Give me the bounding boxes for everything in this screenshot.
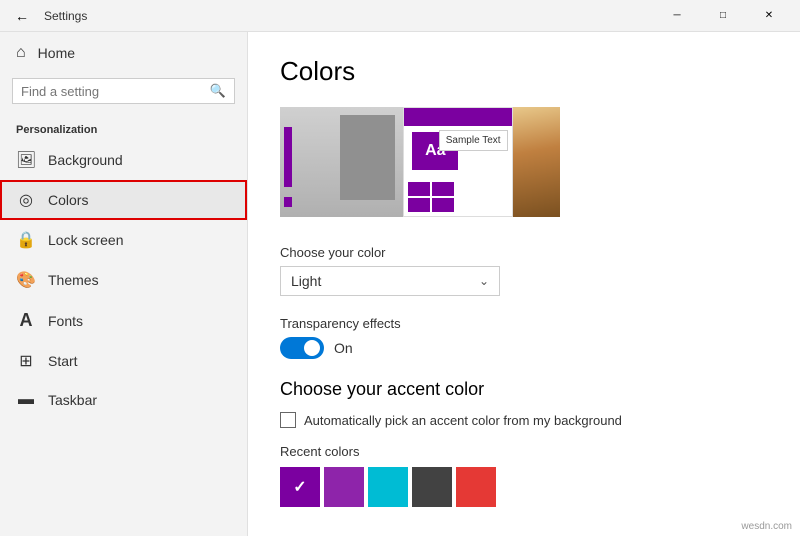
sidebar-item-label-lock-screen: Lock screen — [48, 232, 123, 248]
swatch-check-0: ✓ — [293, 477, 306, 497]
main-content: Colors Aa — [248, 32, 800, 536]
themes-icon: 🎨 — [16, 270, 36, 290]
auto-accent-label: Automatically pick an accent color from … — [304, 413, 622, 428]
titlebar-controls: ─ □ ✕ — [654, 0, 792, 32]
swatch-3[interactable] — [412, 467, 452, 507]
auto-accent-checkbox[interactable] — [280, 412, 296, 428]
fonts-icon: A — [16, 310, 36, 331]
close-button[interactable]: ✕ — [746, 0, 792, 32]
back-button[interactable]: ← — [8, 2, 36, 30]
colors-icon: ◎ — [16, 190, 36, 210]
transparency-toggle[interactable] — [280, 337, 324, 359]
sidebar-item-label-fonts: Fonts — [48, 313, 83, 329]
auto-accent-row[interactable]: Automatically pick an accent color from … — [280, 412, 768, 428]
preview-sample-text: Sample Text — [446, 135, 501, 146]
app-body: ⌂ Home 🔍 Personalization 🖼 Background ◎ … — [0, 32, 800, 536]
dropdown-arrow-icon: ⌄ — [479, 274, 489, 288]
start-icon: ⊞ — [16, 351, 36, 371]
toggle-state-label: On — [334, 340, 353, 356]
sidebar: ⌂ Home 🔍 Personalization 🖼 Background ◎ … — [0, 32, 248, 536]
swatch-0[interactable]: ✓ — [280, 467, 320, 507]
sidebar-item-colors[interactable]: ◎ Colors — [0, 180, 247, 220]
toggle-row: On — [280, 337, 768, 359]
recent-colors-title: Recent colors — [280, 444, 768, 459]
home-nav-item[interactable]: ⌂ Home — [0, 32, 247, 74]
search-input[interactable] — [21, 84, 204, 99]
search-icon: 🔍 — [210, 83, 226, 99]
lock-icon: 🔒 — [16, 230, 36, 250]
titlebar: ← Settings ─ □ ✕ — [0, 0, 800, 32]
transparency-row: Transparency effects On — [280, 316, 768, 359]
home-label: Home — [38, 45, 75, 61]
sidebar-item-label-colors: Colors — [48, 192, 88, 208]
color-swatches: ✓ — [280, 467, 768, 507]
preview-center: Aa Sample Text — [403, 107, 512, 217]
swatch-2[interactable] — [368, 467, 408, 507]
watermark: wesdn.com — [741, 521, 792, 532]
sidebar-item-themes[interactable]: 🎨 Themes — [0, 260, 247, 300]
preview-sample-text-box: Sample Text — [439, 130, 508, 151]
sidebar-item-lock-screen[interactable]: 🔒 Lock screen — [0, 220, 247, 260]
sidebar-item-label-start: Start — [48, 353, 78, 369]
toggle-knob — [304, 340, 320, 356]
search-box[interactable]: 🔍 — [12, 78, 235, 104]
color-dropdown[interactable]: Light ⌄ — [280, 266, 500, 296]
back-icon: ← — [15, 8, 29, 24]
swatch-1[interactable] — [324, 467, 364, 507]
preview-right — [513, 107, 560, 217]
preview-tile-3 — [408, 198, 430, 212]
page-title: Colors — [280, 56, 768, 87]
preview-left — [280, 107, 403, 217]
titlebar-left: ← Settings — [8, 2, 87, 30]
accent-color-title: Choose your accent color — [280, 379, 768, 400]
maximize-button[interactable]: □ — [700, 0, 746, 32]
sidebar-section-title: Personalization — [0, 116, 247, 140]
sidebar-item-start[interactable]: ⊞ Start — [0, 341, 247, 381]
taskbar-icon: ▬ — [16, 391, 36, 409]
preview-photo — [513, 107, 560, 217]
background-icon: 🖼 — [16, 150, 36, 170]
swatch-4[interactable] — [456, 467, 496, 507]
sidebar-item-background[interactable]: 🖼 Background — [0, 140, 247, 180]
sidebar-item-label-themes: Themes — [48, 272, 99, 288]
transparency-title: Transparency effects — [280, 316, 768, 331]
home-icon: ⌂ — [16, 44, 26, 62]
color-dropdown-value: Light — [291, 273, 321, 289]
sidebar-item-label-background: Background — [48, 152, 123, 168]
minimize-button[interactable]: ─ — [654, 0, 700, 32]
preview-tile-1 — [408, 182, 430, 196]
preview-tile-2 — [432, 182, 454, 196]
preview-tile-4 — [432, 198, 454, 212]
choose-color-label: Choose your color — [280, 245, 768, 260]
preview-area: Aa Sample Text — [280, 107, 560, 217]
titlebar-title: Settings — [44, 9, 87, 23]
sidebar-item-fonts[interactable]: A Fonts — [0, 300, 247, 341]
sidebar-item-label-taskbar: Taskbar — [48, 392, 97, 408]
sidebar-item-taskbar[interactable]: ▬ Taskbar — [0, 381, 247, 419]
